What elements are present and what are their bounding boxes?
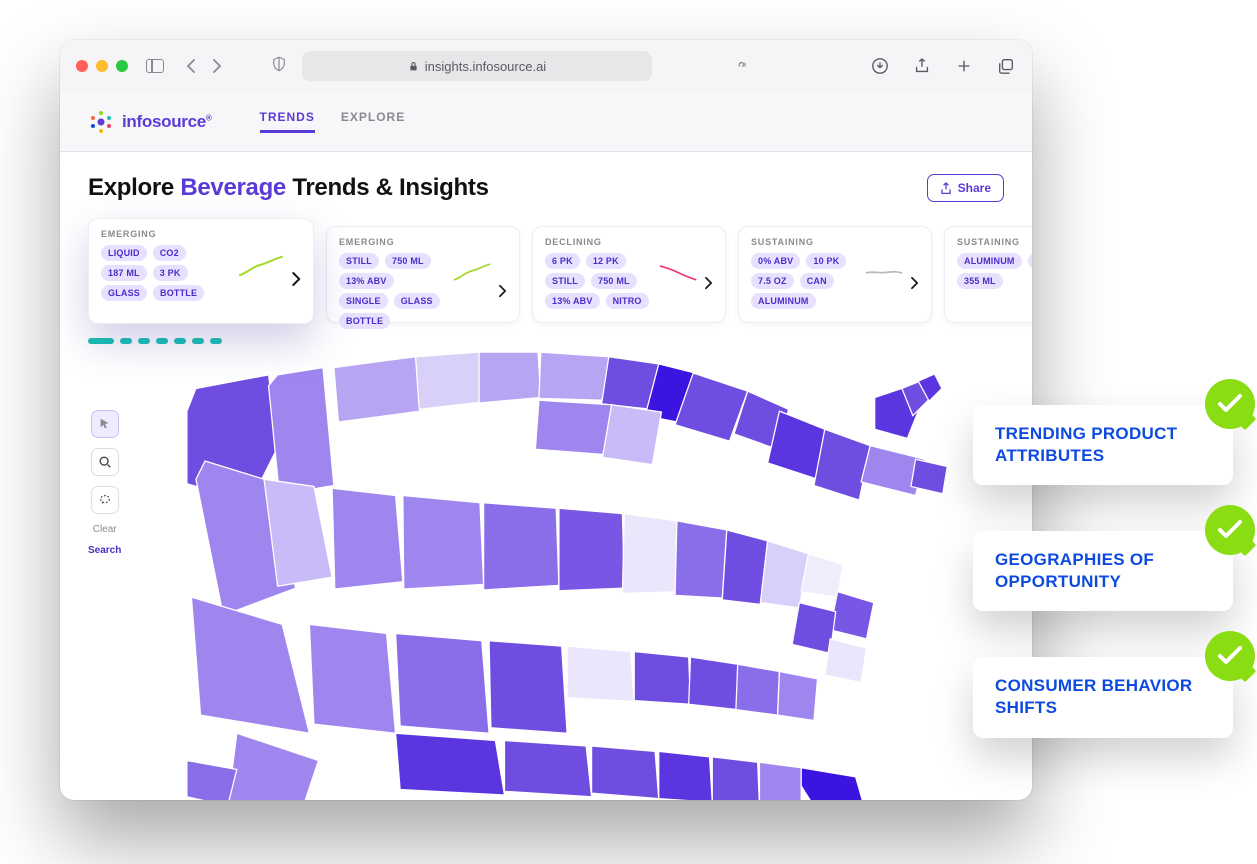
minimize-window-icon[interactable] (96, 60, 108, 72)
attribute-badge: 3 PK (153, 265, 188, 281)
pointer-tool-icon[interactable] (91, 410, 119, 438)
attribute-badge: 0% ABV (751, 253, 800, 269)
attribute-badge: BOTTLE (339, 313, 390, 329)
attribute-badge: 10 PK (806, 253, 846, 269)
address-bar[interactable]: insights.infosource.ai (302, 51, 652, 81)
badge-list: LIQUID CO2 187 ML 3 PK GLASS BOTTLE (101, 245, 233, 301)
check-badge-icon (1205, 505, 1255, 555)
trend-card[interactable]: EMERGINGSTILL750 ML13% ABVSINGLEGLASSBOT… (326, 226, 520, 323)
url-text: insights.infosource.ai (425, 59, 546, 74)
trend-card[interactable]: SUSTAINING ALUMINUM CAN 355 ML (944, 226, 1032, 323)
browser-right-controls (870, 56, 1016, 76)
attribute-badge: LIQUID (101, 245, 147, 261)
callout-trending-attributes: TRENDING PRODUCT ATTRIBUTES (973, 405, 1233, 485)
attribute-badge: STILL (339, 253, 379, 269)
attribute-badge: GLASS (394, 293, 440, 309)
search-map-button[interactable]: Search (88, 545, 121, 556)
chevron-right-icon[interactable] (704, 276, 713, 290)
forward-button[interactable] (204, 53, 230, 79)
attribute-badge: ALUMINUM (751, 293, 816, 309)
zoom-tool-icon[interactable] (91, 448, 119, 476)
attribute-badge: CO2 (153, 245, 186, 261)
badge-list: 6 PK 12 PKSTILL 750 ML 13% ABV NITRO (545, 253, 654, 309)
callout-text: CONSUMER BEHAVIOR SHIFTS (995, 675, 1211, 719)
chevron-right-icon[interactable] (498, 284, 507, 298)
trend-cards-row: EMERGINGLIQUIDCO2187 ML3 PKGLASSBOTTLEEM… (88, 218, 1004, 324)
attribute-badge: 187 ML (101, 265, 147, 281)
app-header: infosource® TRENDS EXPLORE (60, 92, 1032, 152)
lock-icon (408, 61, 419, 72)
attribute-badge: GLASS (101, 285, 147, 301)
logo-text: infosource® (122, 112, 212, 132)
page-content: Explore Beverage Trends & Insights Share… (60, 152, 1032, 800)
card-label: DECLINING (545, 237, 713, 247)
share-button[interactable]: Share (927, 174, 1004, 202)
map-container: Clear Search (88, 354, 1004, 800)
card-label: EMERGING (339, 237, 507, 247)
attribute-badge: 750 ML (385, 253, 431, 269)
tab-trends[interactable]: TRENDS (260, 110, 315, 133)
downloads-icon[interactable] (870, 56, 890, 76)
sparkline-icon (658, 259, 698, 285)
sparkline-icon (452, 259, 492, 285)
tab-explore[interactable]: EXPLORE (341, 110, 405, 133)
trend-card[interactable]: EMERGING LIQUID CO2 187 ML 3 PK GLASS BOTTLE (88, 218, 314, 324)
card-label: SUSTAINING (751, 237, 919, 247)
us-map[interactable] (128, 334, 1008, 800)
share-icon[interactable] (912, 56, 932, 76)
privacy-shield-icon[interactable] (270, 55, 288, 78)
sparkline-icon (864, 259, 904, 285)
chevron-right-icon[interactable] (291, 271, 302, 287)
close-window-icon[interactable] (76, 60, 88, 72)
attribute-badge: BOTTLE (153, 285, 204, 301)
sidebar-toggle-icon[interactable] (146, 59, 164, 73)
card-label: EMERGING (101, 229, 301, 239)
clear-selection-button[interactable]: Clear (93, 524, 117, 535)
attribute-badge: 6 PK (545, 253, 580, 269)
trend-card[interactable]: SUSTAINING 0% ABV 10 PK 7.5 OZ CAN ALUMINUM (738, 226, 932, 323)
check-badge-icon (1205, 379, 1255, 429)
browser-chrome: insights.infosource.ai (60, 40, 1032, 92)
page-header-row: Explore Beverage Trends & Insights Share (88, 174, 1004, 202)
attribute-badge: 13% ABV (545, 293, 600, 309)
badge-list: ALUMINUM CAN 355 ML (957, 253, 1032, 289)
attribute-badge: 355 ML (957, 273, 1003, 289)
map-toolbar: Clear Search (88, 410, 121, 556)
logo[interactable]: infosource® (88, 109, 212, 135)
chevron-right-icon[interactable] (910, 276, 919, 290)
logo-mark-icon (88, 109, 114, 135)
callout-text: GEOGRAPHIES OF OPPORTUNITY (995, 549, 1211, 593)
callout-geographies: GEOGRAPHIES OF OPPORTUNITY (973, 531, 1233, 611)
main-nav: TRENDS EXPLORE (260, 110, 406, 133)
reload-button[interactable] (729, 53, 755, 79)
lasso-tool-icon[interactable] (91, 486, 119, 514)
card-label: SUSTAINING (957, 237, 1032, 247)
attribute-badge: 750 ML (591, 273, 637, 289)
trend-card[interactable]: DECLINING 6 PK 12 PKSTILL 750 ML 13% ABV NITR… (532, 226, 726, 323)
attribute-badge: ALUMINUM (957, 253, 1022, 269)
share-button-label: Share (958, 181, 991, 195)
badge-list: 0% ABV 10 PK 7.5 OZ CAN ALUMINUM (751, 253, 860, 309)
attribute-badge: 13% ABV (339, 273, 394, 289)
tabs-overview-icon[interactable] (996, 56, 1016, 76)
new-tab-icon[interactable] (954, 56, 974, 76)
page-title: Explore Beverage Trends & Insights (88, 174, 489, 202)
attribute-badge: CAN (1028, 253, 1032, 269)
attribute-badge: 12 PK (586, 253, 626, 269)
window-controls (76, 60, 128, 72)
callout-text: TRENDING PRODUCT ATTRIBUTES (995, 423, 1211, 467)
callouts-column: TRENDING PRODUCT ATTRIBUTES GEOGRAPHIES … (973, 405, 1233, 738)
attribute-badge: CAN (800, 273, 834, 289)
attribute-badge: SINGLE (339, 293, 388, 309)
attribute-badge: STILL (545, 273, 585, 289)
callout-consumer-shifts: CONSUMER BEHAVIOR SHIFTS (973, 657, 1233, 737)
badge-list: STILL 750 ML 13% ABV SINGLE GLASSBOTTLE (339, 253, 448, 329)
attribute-badge: 7.5 OZ (751, 273, 794, 289)
browser-window: insights.infosource.ai infosource® TRE (60, 40, 1032, 800)
sparkline-icon (237, 251, 285, 281)
attribute-badge: NITRO (606, 293, 649, 309)
maximize-window-icon[interactable] (116, 60, 128, 72)
check-badge-icon (1205, 631, 1255, 681)
back-button[interactable] (178, 53, 204, 79)
